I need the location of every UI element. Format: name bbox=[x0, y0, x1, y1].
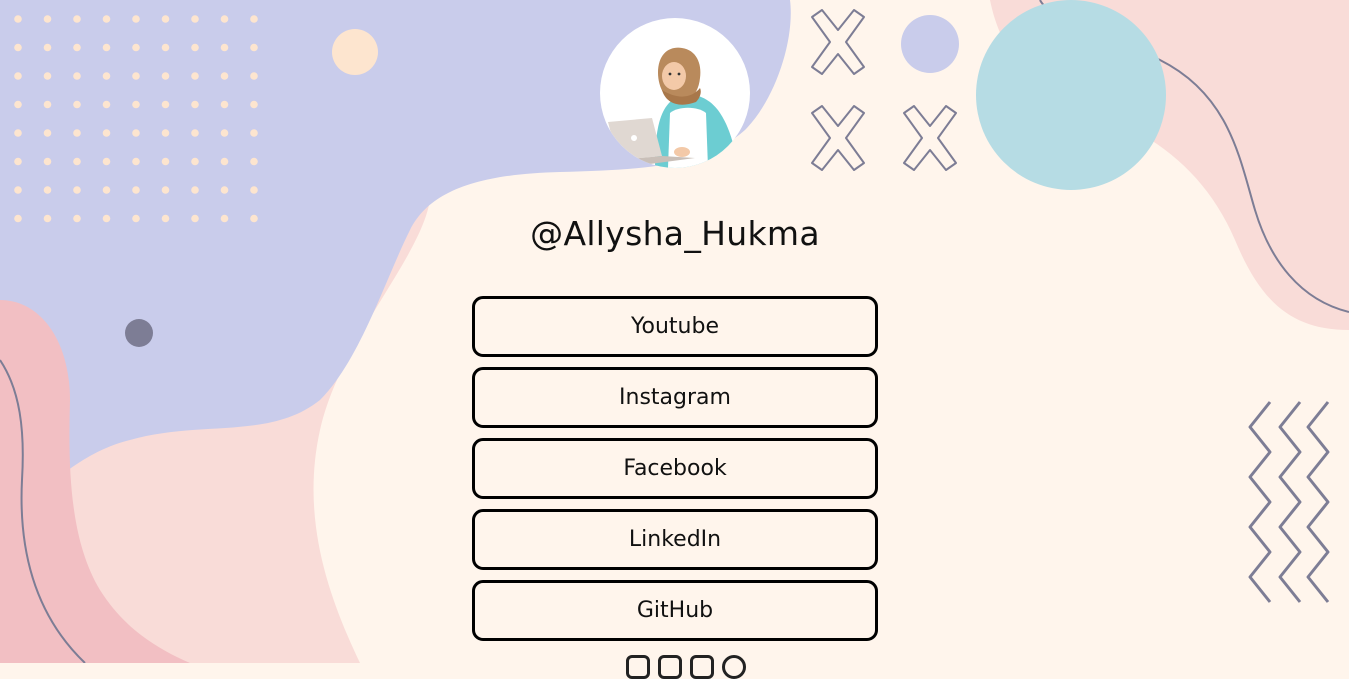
decor-dot bbox=[220, 157, 229, 166]
github-icon[interactable] bbox=[722, 655, 746, 679]
decor-dot bbox=[102, 15, 111, 23]
decor-dot bbox=[14, 157, 22, 166]
decor-dot bbox=[14, 186, 22, 194]
decor-dot bbox=[250, 100, 258, 109]
decor-dot bbox=[132, 100, 140, 109]
decor-dot bbox=[102, 43, 111, 52]
decor-dot bbox=[161, 129, 170, 137]
decor-dot bbox=[14, 214, 22, 223]
decor-dot bbox=[132, 129, 140, 137]
footer-social-icons bbox=[626, 655, 746, 679]
woman-with-laptop-icon bbox=[608, 47, 738, 168]
decor-dot bbox=[73, 72, 81, 80]
decor-dot bbox=[102, 72, 111, 80]
decor-dot bbox=[43, 186, 52, 194]
decor-dot bbox=[14, 43, 22, 52]
decor-dot bbox=[191, 157, 199, 166]
decor-dot bbox=[132, 43, 140, 52]
decor-dot bbox=[73, 43, 81, 52]
instagram-link-button[interactable]: Instagram bbox=[472, 367, 878, 428]
decor-dot bbox=[73, 214, 81, 223]
decor-dot bbox=[191, 186, 199, 194]
decor-dot bbox=[161, 186, 170, 194]
decor-dot bbox=[43, 43, 52, 52]
decor-dot bbox=[132, 72, 140, 80]
decor-dot bbox=[73, 15, 81, 23]
decor-dot bbox=[102, 214, 111, 223]
decor-dot bbox=[102, 100, 111, 109]
decor-dot bbox=[191, 100, 199, 109]
decor-dot bbox=[161, 157, 170, 166]
decor-dot bbox=[220, 15, 229, 23]
link-list: Youtube Instagram Facebook LinkedIn GitH… bbox=[472, 296, 878, 651]
decor-dot bbox=[220, 186, 229, 194]
profile-handle: @Allysha_Hukma bbox=[530, 214, 820, 253]
decor-dot bbox=[161, 100, 170, 109]
profile-avatar bbox=[600, 18, 750, 168]
decor-dot bbox=[220, 100, 229, 109]
decor-dot bbox=[43, 72, 52, 80]
decor-dot bbox=[14, 100, 22, 109]
decor-dot bbox=[191, 214, 199, 223]
decor-dot bbox=[250, 186, 258, 194]
decor-dot bbox=[161, 72, 170, 80]
decor-dot bbox=[250, 129, 258, 137]
github-link-button[interactable]: GitHub bbox=[472, 580, 878, 641]
decor-dot bbox=[161, 15, 170, 23]
decor-dot bbox=[132, 214, 140, 223]
mail-icon[interactable] bbox=[626, 655, 650, 679]
decor-dot bbox=[73, 129, 81, 137]
decor-dot bbox=[132, 15, 140, 23]
decor-dot bbox=[250, 43, 258, 52]
decor-dot bbox=[191, 129, 199, 137]
instagram-icon[interactable] bbox=[658, 655, 682, 679]
decor-dot bbox=[250, 72, 258, 80]
linkedin-icon[interactable] bbox=[690, 655, 714, 679]
decor-dot bbox=[73, 100, 81, 109]
decor-dot bbox=[43, 129, 52, 137]
decor-dot bbox=[73, 186, 81, 194]
decor-dot bbox=[220, 43, 229, 52]
decor-dot bbox=[132, 157, 140, 166]
decor-dot bbox=[73, 157, 81, 166]
decor-dot bbox=[191, 43, 199, 52]
decor-dot bbox=[102, 157, 111, 166]
decor-dot bbox=[220, 214, 229, 223]
decor-dot bbox=[161, 43, 170, 52]
decor-dot bbox=[43, 15, 52, 23]
decor-dot bbox=[220, 129, 229, 137]
decor-dot bbox=[14, 72, 22, 80]
decor-dot bbox=[43, 214, 52, 223]
decor-dot bbox=[132, 186, 140, 194]
decor-dot bbox=[191, 15, 199, 23]
decor-dot bbox=[102, 129, 111, 137]
decor-dot bbox=[250, 15, 258, 23]
decor-dot bbox=[14, 15, 22, 23]
youtube-link-button[interactable]: Youtube bbox=[472, 296, 878, 357]
decor-dot bbox=[102, 186, 111, 194]
linkedin-link-button[interactable]: LinkedIn bbox=[472, 509, 878, 570]
decor-dot bbox=[43, 157, 52, 166]
decor-dot bbox=[14, 129, 22, 137]
facebook-link-button[interactable]: Facebook bbox=[472, 438, 878, 499]
decor-dot bbox=[191, 72, 199, 80]
decor-dot bbox=[250, 157, 258, 166]
decor-dot bbox=[250, 214, 258, 223]
decor-dot bbox=[43, 100, 52, 109]
decor-dot bbox=[220, 72, 229, 80]
decor-dot bbox=[161, 214, 170, 223]
